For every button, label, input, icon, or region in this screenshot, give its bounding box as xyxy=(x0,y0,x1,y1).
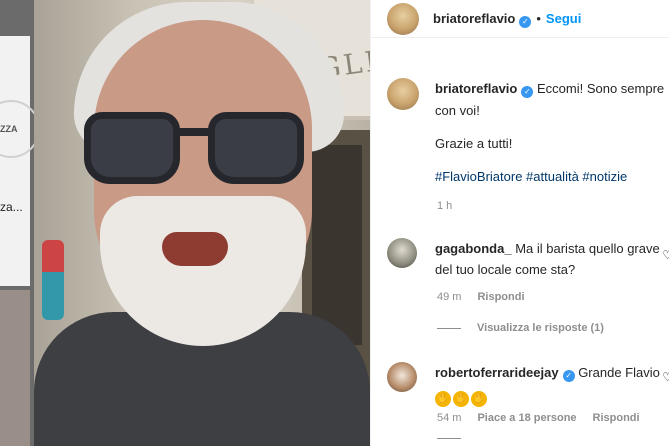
commenter-username[interactable]: robertoferrarideejay xyxy=(435,365,559,380)
verified-badge-icon: ✓ xyxy=(519,15,532,28)
sunglasses-bridge xyxy=(180,128,210,136)
sunglasses-left-lens xyxy=(84,112,180,184)
reply-button[interactable]: Rispondi xyxy=(593,412,640,424)
replies-divider xyxy=(437,438,461,439)
post-sidebar: briatoreflavio ✓ • Segui briatoreflavio ✓ … xyxy=(370,0,669,446)
caption-username[interactable]: briatoreflavio xyxy=(435,81,517,96)
comment-timestamp: 54 m xyxy=(437,412,462,424)
separator-dot: • xyxy=(536,11,541,26)
person-sunglasses xyxy=(80,102,320,192)
clapping-hands-icon: ✋ xyxy=(453,391,469,407)
reply-button[interactable]: Rispondi xyxy=(477,291,524,303)
comment-text: gagabonda_ Ma il barista quello grave de… xyxy=(435,238,669,280)
commenter-username[interactable]: gagabonda_ xyxy=(435,241,512,256)
clapping-hands-icon: ✋ xyxy=(471,391,487,407)
previous-post-logo: ZZA xyxy=(0,124,18,134)
comment-timestamp: 49 m xyxy=(437,291,462,303)
comment-meta: 54 m Piace a 18 persone Rispondi xyxy=(437,412,640,424)
comment-text: robertoferrarideejay ✓ Grande Flavio ✋ ✋ ✋ xyxy=(435,362,669,407)
post-header: briatoreflavio ✓ • Segui xyxy=(371,0,669,38)
sunglasses-right-lens xyxy=(208,112,304,184)
caption-timestamp: 1 h xyxy=(437,200,453,212)
person-mouth xyxy=(162,232,228,266)
view-replies-button[interactable]: Visualizza le risposte (1) xyxy=(437,322,604,334)
caption-line-2: Grazie a tutti! xyxy=(435,136,513,151)
comment-item: gagabonda_ Ma il barista quello grave de… xyxy=(387,238,669,280)
heart-icon[interactable]: ♡ xyxy=(662,248,669,262)
comment-body: Grande Flavio xyxy=(578,365,660,380)
post-caption: briatoreflavio ✓ Eccomi! Sono sempre con … xyxy=(387,78,669,188)
post-video[interactable]: GLES xyxy=(34,0,370,446)
caption-author-avatar[interactable] xyxy=(387,78,419,110)
author-username-wrap: briatoreflavio ✓ xyxy=(433,10,532,28)
verified-badge-icon: ✓ xyxy=(562,370,575,382)
caption-text: briatoreflavio ✓ Eccomi! Sono sempre con … xyxy=(435,78,669,188)
previous-post-card[interactable] xyxy=(0,36,30,286)
previous-post-image xyxy=(0,290,30,446)
clapping-hands-icon: ✋ xyxy=(435,391,451,407)
commenter-avatar[interactable] xyxy=(387,362,417,392)
heart-icon[interactable]: ♡ xyxy=(662,370,669,384)
comment-item: robertoferrarideejay ✓ Grande Flavio ✋ ✋ ✋ xyxy=(387,362,669,407)
modal-backdrop[interactable]: ZZA za... xyxy=(0,0,34,446)
verified-badge-icon: ✓ xyxy=(521,86,534,98)
instagram-post-modal: ZZA za... GLES briatoreflavio ✓ • Segui xyxy=(0,0,669,446)
comment-likes[interactable]: Piace a 18 persone xyxy=(477,412,576,424)
previous-post-caption: za... xyxy=(0,200,23,214)
follow-button[interactable]: Segui xyxy=(546,11,581,26)
caption-hashtags[interactable]: #FlavioBriatore #attualità #notizie xyxy=(435,166,669,188)
commenter-avatar[interactable] xyxy=(387,238,417,268)
clap-emojis: ✋ ✋ ✋ xyxy=(435,386,489,407)
author-username[interactable]: briatoreflavio xyxy=(433,11,515,26)
author-avatar[interactable] xyxy=(387,2,419,35)
replies-divider xyxy=(437,327,461,329)
post-comments-area: briatoreflavio ✓ Eccomi! Sono sempre con … xyxy=(371,78,669,212)
background-figurine xyxy=(42,240,64,320)
view-replies-label[interactable]: Visualizza le risposte (1) xyxy=(477,322,604,334)
comment-meta: 49 m Rispondi xyxy=(437,291,525,303)
